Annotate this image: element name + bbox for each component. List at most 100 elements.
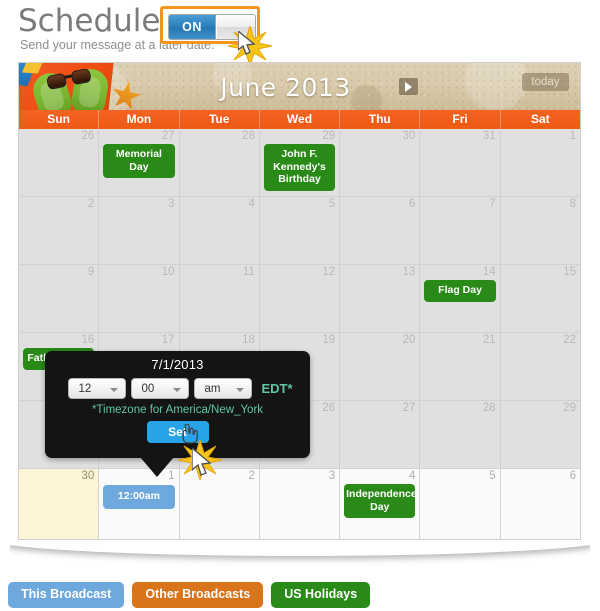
weekday-mon: Mon [99, 110, 180, 129]
calendar-week-row: 26 27 Memorial Day 28 29 John F. Kennedy's Bi… [19, 129, 580, 197]
holiday-event[interactable]: Flag Day [424, 280, 496, 302]
time-picker-popup: 7/1/2013 12 00 am EDT* *Timezone for Ame… [45, 351, 310, 477]
calendar-day-cell[interactable]: 29 John F. Kennedy's Birthday [259, 129, 341, 197]
day-number: 15 [563, 266, 576, 278]
day-number: 26 [322, 402, 336, 414]
legend-this-broadcast[interactable]: This Broadcast [8, 582, 125, 608]
day-number: 10 [161, 266, 175, 278]
weekday-fri: Fri [420, 110, 501, 129]
weekday-sun: Sun [19, 110, 100, 129]
calendar-day-cell[interactable]: 28 [420, 401, 501, 469]
weekday-thu: Thu [340, 110, 421, 129]
popup-date-label: 7/1/2013 [151, 357, 204, 372]
scheduler-toggle-highlight: ON [160, 6, 260, 44]
page-title: Scheduler [18, 3, 174, 39]
holiday-event[interactable]: Memorial Day [103, 144, 175, 178]
calendar-day-cell[interactable]: 6 [500, 469, 580, 539]
calendar-day-cell[interactable]: 4 Independence Day [340, 469, 421, 539]
calendar-day-cell[interactable]: 20 [340, 333, 421, 401]
popup-pointer [140, 457, 174, 477]
day-number: 4 [248, 198, 255, 210]
calendar-day-cell[interactable]: 30 [340, 129, 421, 197]
calendar-day-cell[interactable]: 2 [179, 469, 260, 539]
play-triangle-icon [405, 81, 412, 92]
day-number: 26 [81, 130, 95, 142]
calendar-day-cell[interactable]: 14 Flag Day [420, 265, 501, 333]
calendar-day-cell[interactable]: 30 [19, 469, 100, 539]
calendar-day-cell[interactable]: 31 [420, 129, 501, 197]
day-number: 29 [322, 130, 336, 142]
day-number: 14 [482, 266, 496, 278]
calendar-day-cell[interactable]: 6 [340, 197, 421, 265]
legend-us-holidays[interactable]: US Holidays [271, 582, 371, 608]
holiday-event[interactable]: John F. Kennedy's Birthday [263, 144, 336, 191]
minute-value: 00 [141, 383, 155, 395]
towel-stripe-yellow [21, 63, 45, 74]
calendar-day-cell[interactable]: 27 [340, 401, 421, 469]
calendar-day-cell[interactable]: 8 [500, 197, 580, 265]
calendar-day-cell[interactable]: 1 [500, 129, 580, 197]
calendar-day-cell[interactable]: 1 12:00am [99, 469, 180, 539]
day-number: 11 [242, 266, 255, 278]
calendar-week-row: 30 1 12:00am 2 3 4 Independence Day 5 6 [19, 469, 580, 539]
day-number: 6 [409, 198, 416, 210]
day-number: 6 [569, 470, 576, 482]
weekday-wed: Wed [260, 110, 341, 129]
day-number: 3 [328, 470, 336, 482]
chevron-down-icon [236, 388, 245, 392]
calendar-day-cell[interactable]: 27 Memorial Day [99, 129, 180, 197]
calendar-day-cell[interactable]: 10 [99, 265, 180, 333]
set-button[interactable]: Set [146, 421, 209, 443]
calendar-day-cell[interactable]: 15 [500, 265, 580, 333]
day-number: 18 [242, 334, 255, 346]
day-number: 28 [482, 402, 496, 414]
calendar-day-cell[interactable]: 9 [19, 265, 100, 333]
day-number: 30 [402, 130, 416, 142]
day-number: 5 [328, 198, 336, 210]
day-number: 3 [168, 198, 175, 210]
calendar-day-cell[interactable]: 28 [179, 129, 260, 197]
calendar-day-cell[interactable]: 21 [420, 333, 501, 401]
calendar-day-cell[interactable]: 7 [420, 197, 501, 265]
holiday-event[interactable]: Independence Day [344, 484, 416, 518]
day-number: 8 [569, 198, 576, 210]
legend-bar: This Broadcast Other Broadcasts US Holid… [8, 582, 371, 608]
calendar-day-cell[interactable]: 12 [259, 265, 341, 333]
calendar-day-cell[interactable]: 3 [259, 469, 341, 539]
calendar-day-cell[interactable]: 4 [179, 197, 260, 265]
day-number: 20 [402, 334, 416, 346]
day-number: 5 [489, 470, 496, 482]
calendar-day-cell[interactable]: 29 [500, 401, 580, 469]
scheduler-page: Scheduler Send your message at a later d… [0, 0, 600, 611]
legend-other-broadcasts[interactable]: Other Broadcasts [132, 582, 264, 608]
calendar-day-cell[interactable]: 26 [19, 129, 100, 197]
day-number: 13 [402, 266, 416, 278]
timezone-note: *Timezone for America/New_York [91, 404, 264, 416]
minute-select[interactable]: 00 [131, 378, 190, 399]
weekday-sat: Sat [530, 112, 550, 126]
calendar-day-cell[interactable]: 5 [259, 197, 341, 265]
timezone-abbr: EDT* [261, 381, 293, 396]
day-number: 4 [409, 470, 416, 482]
scheduler-toggle[interactable]: ON [168, 14, 256, 40]
calendar-day-cell[interactable]: 11 [179, 265, 260, 333]
calendar-day-cell[interactable]: 22 [500, 333, 580, 401]
calendar-day-cell[interactable]: 13 [340, 265, 421, 333]
calendar-week-row: 2 3 4 5 6 7 8 [19, 197, 580, 265]
calendar-day-cell[interactable]: 2 [19, 197, 100, 265]
calendar-day-cell[interactable]: 5 [420, 469, 501, 539]
weekday-tue: Tue [180, 110, 260, 129]
calendar-grid: 26 27 Memorial Day 28 29 John F. Kennedy's Bi… [19, 129, 580, 539]
calendar-day-cell[interactable]: 3 [99, 197, 180, 265]
toggle-knob[interactable] [216, 15, 255, 39]
day-number: 27 [161, 130, 175, 142]
calendar-panel: June 2013 today Sun Mon Tue Wed Thu Fri … [18, 62, 581, 540]
today-button[interactable]: today [522, 73, 569, 91]
meridiem-value: am [204, 383, 221, 395]
next-month-button[interactable] [399, 78, 418, 95]
hour-select[interactable]: 12 [68, 378, 127, 399]
day-number: 17 [161, 334, 175, 346]
broadcast-event[interactable]: 12:00am [103, 485, 175, 509]
toggle-on-label: ON [169, 15, 216, 39]
meridiem-select[interactable]: am [194, 378, 253, 399]
